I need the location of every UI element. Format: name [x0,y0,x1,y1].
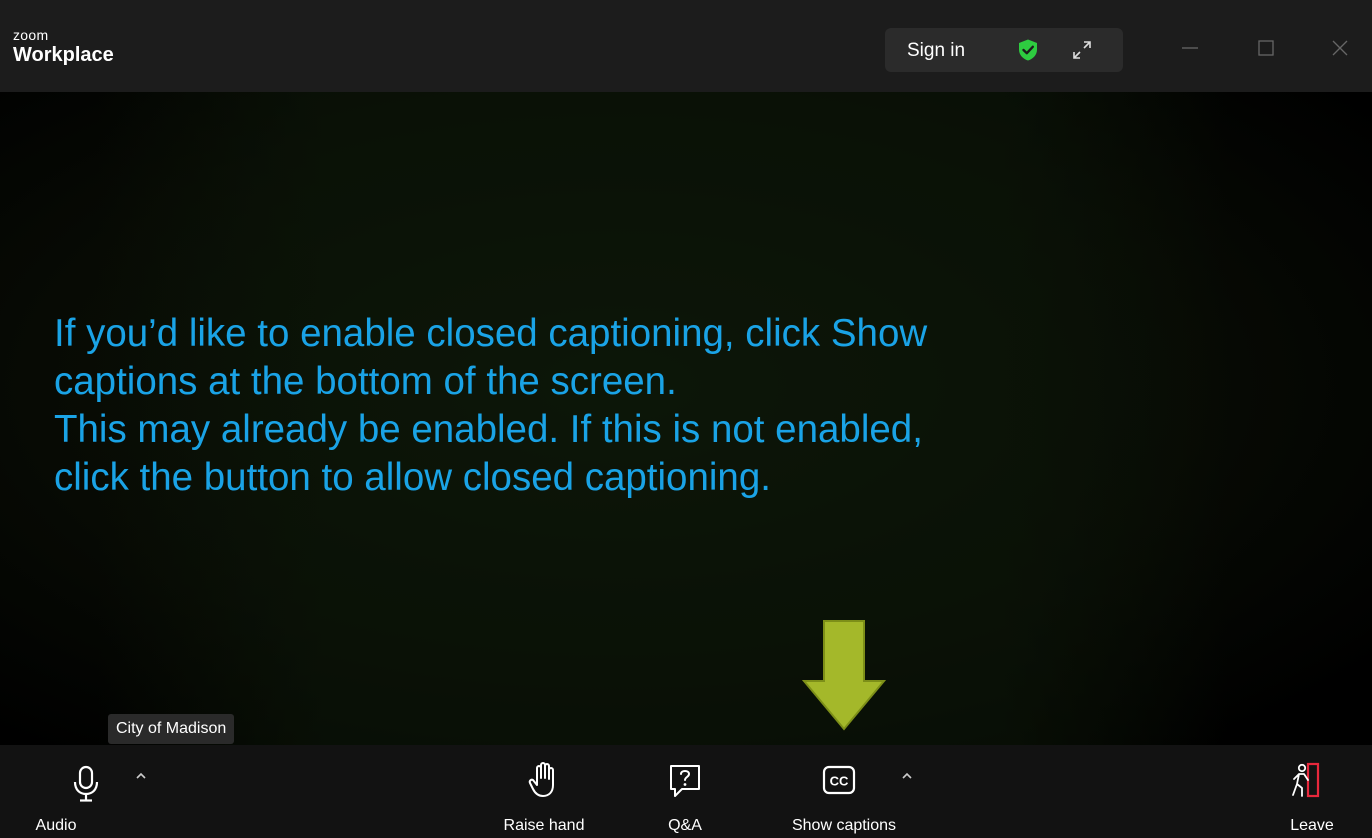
audio-options-chevron-up-icon[interactable] [134,769,148,783]
qa-icon [670,765,700,797]
instruction-line: This may already be enabled. If this is … [54,408,923,451]
sign-in-button[interactable]: Sign in [907,40,965,62]
show-captions-button[interactable]: CC Show captions [770,745,920,838]
zoom-workplace-logo: zoom Workplace [13,28,114,66]
leave-button[interactable]: Leave [1270,745,1372,838]
raise-hand-button[interactable]: Raise hand [490,745,610,838]
instruction-line: click the button to allow closed caption… [54,456,771,499]
close-icon[interactable] [1320,30,1360,66]
show-captions-label: Show captions [791,817,897,834]
video-area: If you’d like to enable closed captionin… [0,92,1372,745]
qa-label: Q&A [668,817,702,834]
qa-button[interactable]: Q&A [650,745,730,838]
instruction-line: If you’d like to enable closed captionin… [54,312,928,355]
minimize-icon[interactable] [1170,30,1210,66]
participant-name-tag: City of Madison [108,714,235,744]
audio-label: Audio [35,817,77,834]
instruction-line: captions at the bottom of the screen. [54,360,677,403]
brand-big-text: Workplace [13,44,114,66]
shield-check-icon[interactable] [1016,38,1040,62]
sign-in-pill[interactable]: Sign in [885,28,1123,72]
maximize-icon[interactable] [1246,30,1286,66]
instruction-text: If you’d like to enable closed captionin… [0,92,1372,745]
brand-small-text: zoom [13,27,49,43]
svg-text:CC: CC [830,774,849,789]
audio-button[interactable]: Audio [0,745,120,838]
down-arrow-icon [802,620,886,731]
meeting-toolbar: Audio Raise hand Q&A CC Show captions Le… [0,745,1372,838]
title-bar: zoom Workplace Sign in [0,0,1372,92]
raise-hand-icon [528,762,554,797]
expand-icon[interactable] [1071,39,1093,61]
captions-options-chevron-up-icon[interactable] [900,769,914,783]
leave-icon [1292,762,1320,798]
leave-label: Leave [1290,817,1334,834]
raise-hand-label: Raise hand [503,817,585,834]
microphone-icon [73,765,99,802]
closed-captions-icon: CC [822,765,856,795]
